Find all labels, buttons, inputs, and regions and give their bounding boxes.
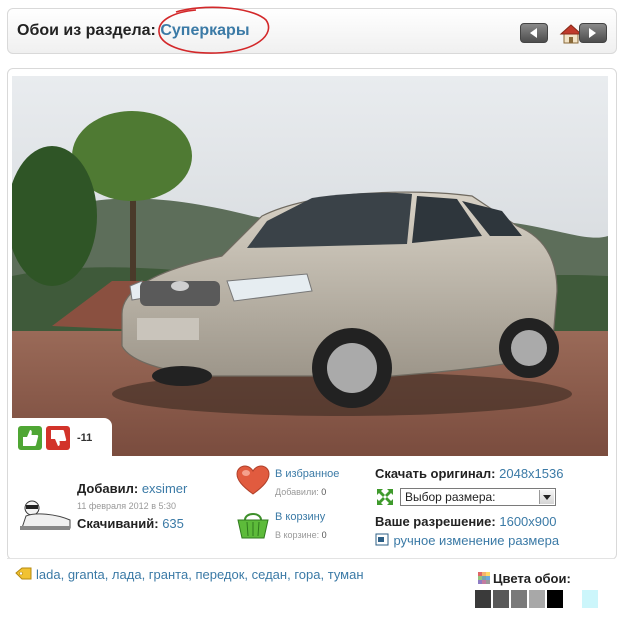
uploader-line: Добавил: exsimer	[77, 481, 187, 496]
section-title: Обои из раздела: Суперкары	[17, 22, 249, 40]
avatar[interactable]	[16, 498, 72, 534]
tag-link[interactable]: гора	[294, 567, 320, 582]
vote-up-button[interactable]	[18, 426, 42, 450]
tag-link[interactable]: передок	[195, 567, 244, 582]
heart-icon	[236, 465, 270, 495]
size-select-value: Выбор размера:	[405, 490, 496, 504]
thumbs-down-icon	[51, 430, 67, 446]
next-arrow-icon	[589, 28, 596, 38]
vote-down-button[interactable]	[46, 426, 70, 450]
download-original-label: Скачать оригинал:	[375, 466, 496, 481]
download-original-line: Скачать оригинал: 2048x1536	[375, 466, 563, 481]
thumbs-up-icon	[23, 430, 39, 446]
color-swatch[interactable]	[511, 590, 527, 608]
favorite-button[interactable]	[236, 465, 270, 495]
color-swatch[interactable]	[493, 590, 509, 608]
favorites-count: 0	[321, 487, 327, 497]
rating-widget: -11	[12, 418, 112, 456]
resolution-label: Ваше разрешение:	[375, 514, 496, 529]
color-swatch[interactable]	[547, 590, 563, 608]
upload-date: 11 февраля 2012 в 5:30	[77, 501, 176, 511]
color-swatch[interactable]	[475, 590, 491, 608]
manual-resize-line[interactable]: ручное изменение размера	[375, 532, 559, 550]
downloads-count: 635	[162, 516, 184, 531]
next-button[interactable]	[579, 23, 607, 43]
added-label: Добавил:	[77, 481, 139, 496]
section-link[interactable]: Суперкары	[160, 22, 249, 39]
downloads-label: Скачиваний:	[77, 516, 159, 531]
section-title-prefix: Обои из раздела:	[17, 22, 156, 39]
wallpaper-image[interactable]	[12, 76, 608, 456]
palette-icon	[477, 571, 491, 585]
favorites-link[interactable]: В избранное	[275, 468, 339, 480]
tag-link[interactable]: седан	[252, 567, 287, 582]
fullscreen-icon	[376, 488, 394, 506]
tag-icon	[15, 567, 33, 581]
rating-score: -11	[77, 432, 93, 444]
tag-link[interactable]: туман	[328, 567, 364, 582]
color-swatch[interactable]	[529, 590, 545, 608]
resolution-line: Ваше разрешение: 1600x900	[375, 514, 556, 529]
uploader-link[interactable]: exsimer	[142, 481, 188, 496]
tag-link[interactable]: lada	[36, 567, 61, 582]
basket-count-line: В корзине: 0	[275, 530, 327, 540]
colors-title: Цвета обои:	[493, 571, 571, 586]
tag-link[interactable]: лада	[112, 567, 142, 582]
tags-list: lada, granta, лада, гранта, передок, сед…	[36, 567, 364, 582]
basket-count-label: В корзине:	[275, 530, 320, 540]
prev-arrow-icon	[530, 28, 537, 38]
basket-button[interactable]	[236, 508, 270, 540]
car-photo-illustration	[12, 76, 608, 456]
downloads-line: Скачиваний: 635	[77, 516, 184, 531]
resize-icon	[375, 533, 389, 546]
basket-count: 0	[321, 530, 327, 540]
section-header: Обои из раздела: Суперкары	[7, 8, 617, 54]
color-swatch[interactable]	[582, 590, 598, 608]
favorites-count-label: Добавили:	[275, 487, 319, 497]
prev-button[interactable]	[520, 23, 548, 43]
basket-icon	[237, 513, 269, 539]
size-select[interactable]: Выбор размера:	[400, 488, 556, 506]
download-original-link[interactable]: 2048x1536	[499, 466, 563, 481]
basket-link[interactable]: В корзину	[275, 511, 325, 523]
chevron-down-icon	[539, 490, 554, 504]
tag-link[interactable]: granta	[68, 567, 105, 582]
tag-link[interactable]: гранта	[149, 567, 188, 582]
favorites-count-line: Добавили: 0	[275, 487, 326, 497]
color-swatch[interactable]	[565, 590, 581, 608]
resolution-link[interactable]: 1600x900	[499, 514, 556, 529]
manual-resize-link[interactable]: ручное изменение размера	[393, 533, 559, 548]
